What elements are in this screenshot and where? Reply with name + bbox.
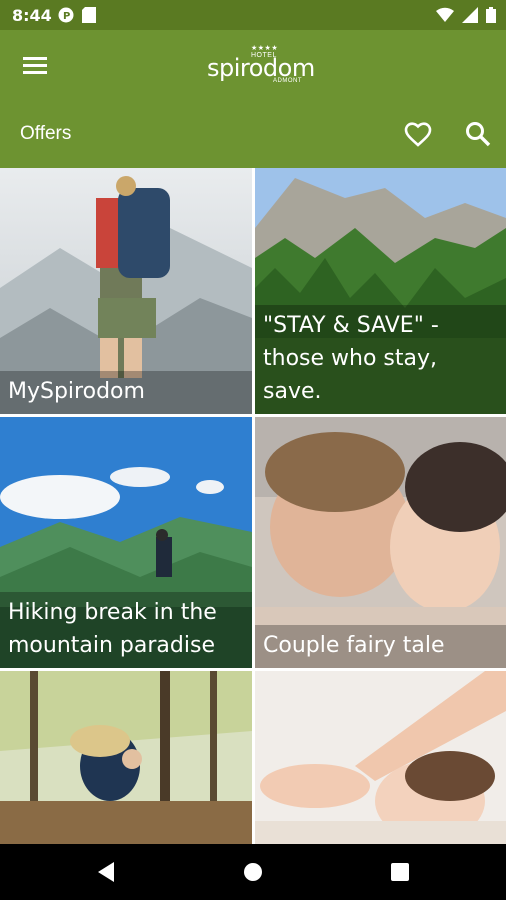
recents-icon[interactable] [386,858,414,886]
page-title: Offers [20,123,72,144]
home-icon[interactable] [239,858,267,886]
back-icon[interactable] [92,858,120,886]
heart-icon[interactable] [402,118,434,150]
status-time: 8:44 [12,6,52,25]
search-icon[interactable] [462,118,494,150]
system-navigation-bar [0,844,506,900]
offer-image-forest-dog [0,671,252,844]
offer-title: "STAY & SAVE" - those who stay, save. [255,305,506,414]
offer-tile-5[interactable] [0,671,252,844]
wifi-icon [436,7,454,23]
notification-app-icon: P [58,7,74,23]
battery-icon [486,7,496,23]
offer-title: Couple fairy tale [255,625,506,668]
offer-tile-hiking-break[interactable]: Hiking break in the mountain paradise [0,417,252,668]
svg-text:P: P [63,11,70,22]
offer-tile-myspirodom[interactable]: MySpirodom [0,168,252,414]
offer-title: MySpirodom [0,371,252,414]
offer-image-massage [255,671,506,844]
offer-tile-6[interactable] [255,671,506,844]
logo-location: ADMONT [273,78,302,84]
offer-title: Hiking break in the mountain paradise [0,592,252,668]
sd-card-icon [82,7,96,23]
status-bar: 8:44 P [0,0,506,30]
hotel-logo: ★★★★ HOTEL spirodom ADMONT [203,44,315,88]
offers-grid: MySpirodom "STAY & SAVE" - those who sta… [0,168,506,844]
offer-tile-stay-save[interactable]: "STAY & SAVE" - those who stay, save. [255,168,506,414]
signal-icon [462,7,478,23]
app-bar: ★★★★ HOTEL spirodom ADMONT Offers [0,30,506,168]
offer-tile-couple-fairy-tale[interactable]: Couple fairy tale [255,417,506,668]
menu-icon[interactable] [20,52,52,78]
